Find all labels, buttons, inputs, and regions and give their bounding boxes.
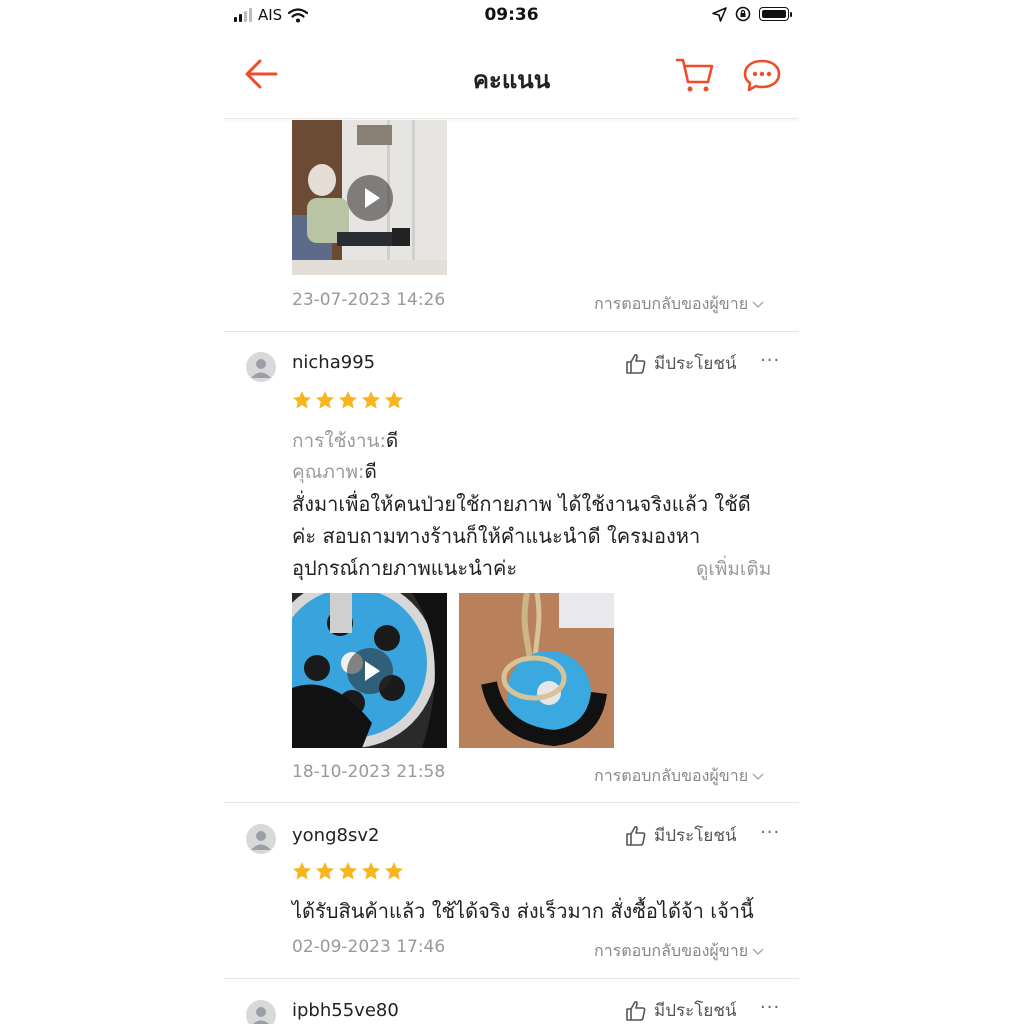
avatar[interactable] [246, 824, 276, 854]
star-icon [385, 862, 403, 880]
review-attribute: การใช้งาน:ดี [292, 426, 398, 456]
more-options-button[interactable]: ··· [760, 350, 780, 371]
review-card: ipbh55ve80 มีประโยชน์ ··· [224, 979, 799, 1024]
review-text-line: ค่ะ สอบถามทางร้านก็ให้คำแนะนำดี ใครมองหา [292, 524, 701, 548]
helpful-button[interactable]: มีประโยชน์ [624, 350, 737, 377]
cart-icon[interactable] [674, 54, 716, 94]
reviewer-username: nicha995 [292, 352, 376, 373]
chevron-down-icon [752, 947, 764, 955]
play-icon [347, 648, 393, 694]
seller-reply-label: การตอบกลับของผู้ขาย [594, 766, 749, 785]
status-bar: AIS 09:36 [224, 0, 799, 34]
review-text: สั่งมาเพื่อให้คนป่วยใช้กายภาพ ได้ใช้งานจ… [292, 488, 751, 584]
avatar[interactable] [246, 1000, 276, 1024]
review-video-thumbnail[interactable] [292, 120, 447, 275]
attribute-value: ดี [364, 461, 377, 483]
helpful-label: มีประโยชน์ [654, 826, 737, 846]
review-text-line: ได้รับสินค้าแล้ว ใช้ได้จริง ส่งเร็วมาก ส… [292, 899, 754, 923]
review-card: 23-07-2023 14:26 การตอบกลับของผู้ขาย [224, 118, 799, 332]
review-text-line: อุปกรณ์กายภาพแนะนำค่ะ [292, 556, 518, 580]
star-icon [316, 862, 334, 880]
attribute-key: การใช้งาน: [292, 430, 386, 452]
review-text: ได้รับสินค้าแล้ว ใช้ได้จริง ส่งเร็วมาก ส… [292, 895, 754, 927]
rating-stars [292, 390, 404, 410]
review-text-line: สั่งมาเพื่อให้คนป่วยใช้กายภาพ ได้ใช้งานจ… [292, 492, 751, 516]
review-video-thumbnail[interactable] [292, 593, 447, 748]
play-icon [347, 175, 393, 221]
status-right [712, 6, 792, 22]
seller-reply-label: การตอบกลับของผู้ขาย [594, 294, 749, 313]
star-icon [293, 391, 311, 409]
star-icon [316, 391, 334, 409]
thumbs-up-icon [626, 1000, 646, 1021]
helpful-label: มีประโยชน์ [654, 1001, 737, 1021]
app-header: คะแนน [224, 40, 799, 119]
review-card: nicha995 มีประโยชน์ ··· การใช้งาน:ดี คุณ… [224, 332, 799, 802]
thumbs-up-icon [626, 825, 646, 846]
reviewer-username: ipbh55ve80 [292, 1000, 399, 1021]
seller-reply-toggle[interactable]: การตอบกลับของผู้ขาย [594, 292, 764, 317]
star-icon [385, 391, 403, 409]
more-options-button[interactable]: ··· [760, 997, 780, 1018]
rating-stars [292, 861, 404, 881]
pulley-rope-image [459, 593, 614, 748]
seller-reply-toggle[interactable]: การตอบกลับของผู้ขาย [594, 764, 764, 789]
attribute-key: คุณภาพ: [292, 461, 365, 483]
review-card: yong8sv2 มีประโยชน์ ··· ได้รับสินค้าแล้ว… [224, 803, 799, 978]
review-attribute: คุณภาพ:ดี [292, 457, 377, 487]
helpful-button[interactable]: มีประโยชน์ [624, 822, 737, 849]
chevron-down-icon [752, 300, 764, 308]
star-icon [362, 862, 380, 880]
see-more-link[interactable]: ดูเพิ่มเติม [696, 554, 771, 584]
location-arrow-icon [712, 6, 727, 22]
more-options-button[interactable]: ··· [760, 822, 780, 843]
reviewer-username: yong8sv2 [292, 825, 380, 846]
thumbs-up-icon [626, 353, 646, 374]
seller-reply-toggle[interactable]: การตอบกลับของผู้ขาย [594, 939, 764, 964]
chat-icon[interactable] [741, 56, 783, 94]
chevron-down-icon [752, 772, 764, 780]
star-icon [339, 862, 357, 880]
orientation-lock-icon [735, 6, 751, 22]
attribute-value: ดี [385, 430, 399, 452]
review-date: 02-09-2023 17:46 [292, 937, 446, 957]
phone-screen: AIS 09:36 คะแนน 23-07-2023 14:26 การตอบก… [224, 0, 799, 1024]
star-icon [339, 391, 357, 409]
seller-reply-label: การตอบกลับของผู้ขาย [594, 941, 749, 960]
avatar[interactable] [246, 352, 276, 382]
star-icon [362, 391, 380, 409]
battery-icon [759, 7, 792, 21]
review-photo-thumbnail[interactable] [459, 593, 614, 748]
helpful-label: มีประโยชน์ [654, 354, 737, 374]
review-date: 18-10-2023 21:58 [292, 762, 446, 782]
helpful-button[interactable]: มีประโยชน์ [624, 997, 737, 1024]
star-icon [293, 862, 311, 880]
review-date: 23-07-2023 14:26 [292, 290, 446, 310]
